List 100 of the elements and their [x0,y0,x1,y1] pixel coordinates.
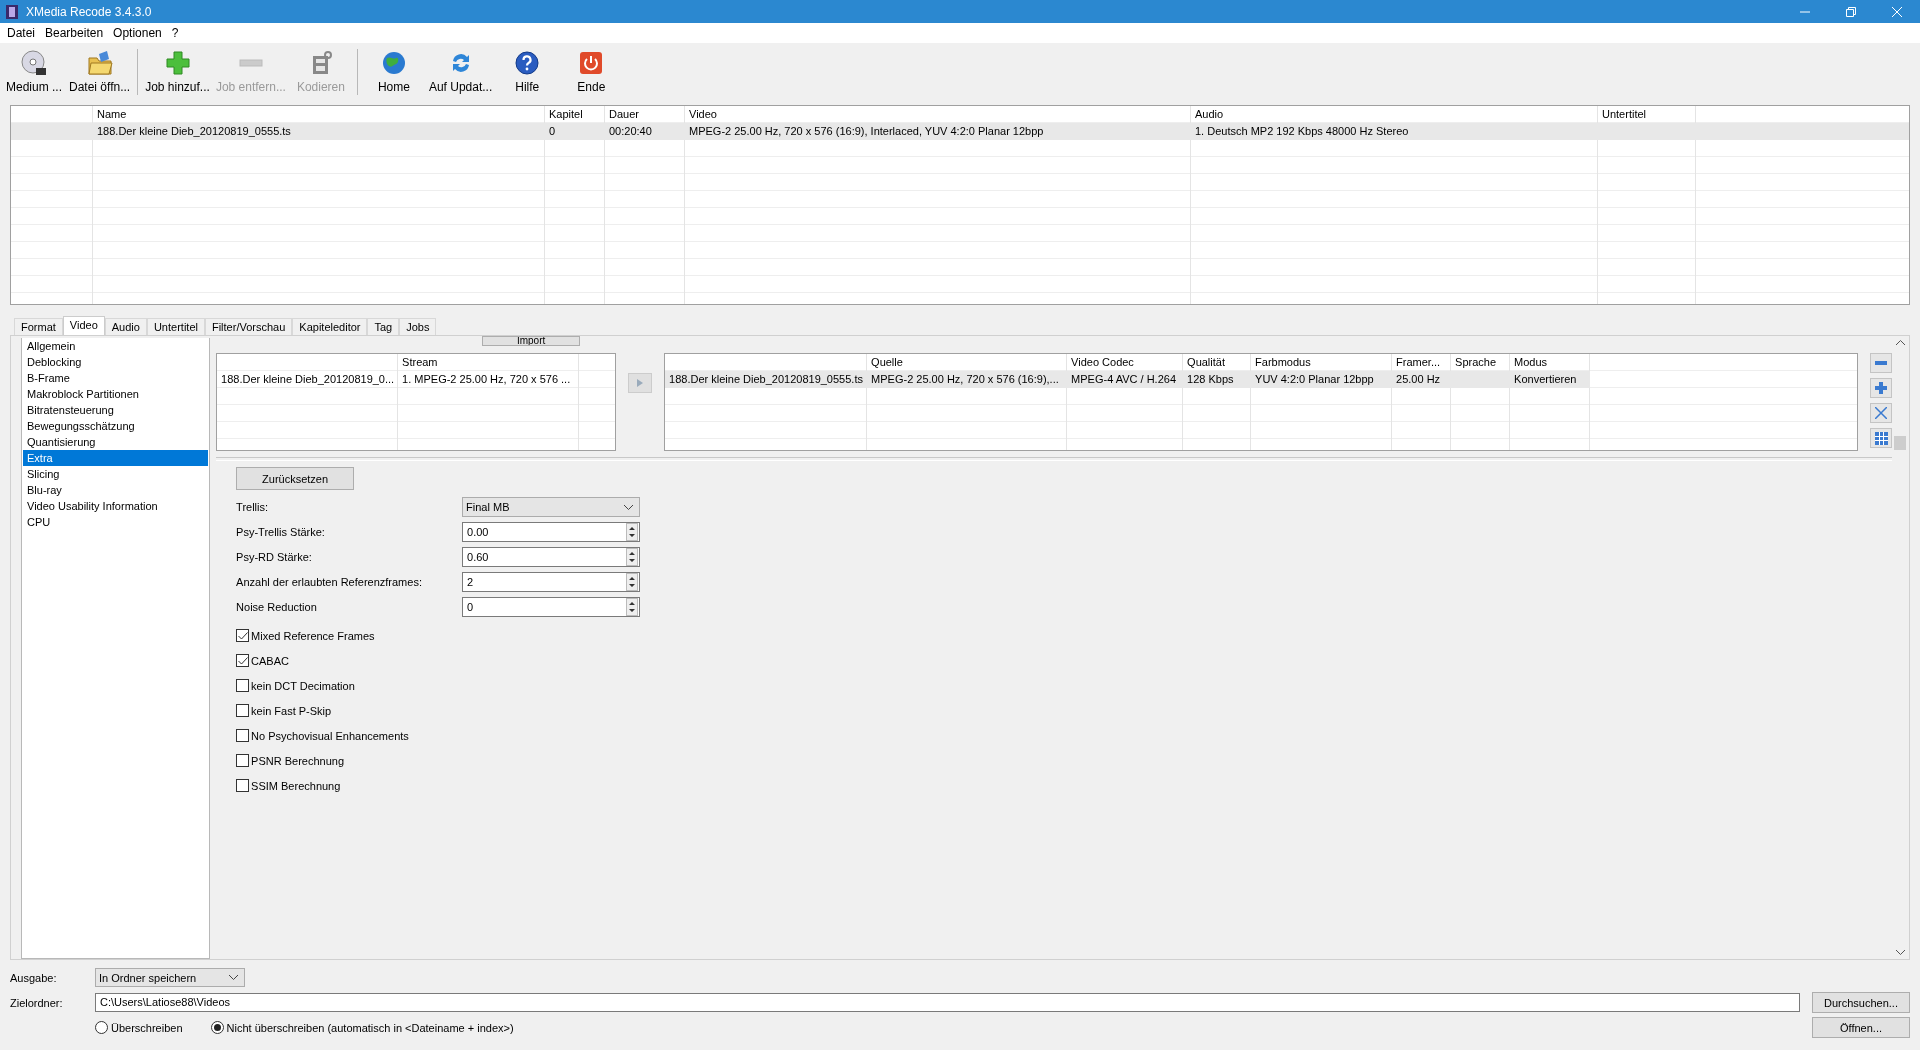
checkbox-option[interactable]: PSNR Berechnung [236,752,345,769]
checkmark-icon [237,656,248,665]
menu-item[interactable]: Bearbeiten [40,26,109,40]
tab[interactable]: Filter/Vorschau [204,318,293,335]
list-item[interactable]: Allgemein [23,338,209,354]
grid-button[interactable] [1870,428,1893,448]
list-item[interactable]: Bitratensteuerung [23,402,209,418]
toolbar-button[interactable]: Job hinzuf... [142,48,213,96]
restore-icon[interactable] [1846,6,1856,17]
plus-icon [164,50,191,76]
add-button[interactable] [1870,378,1893,398]
list-item[interactable]: Video Usability Information [23,498,209,514]
checkbox-option[interactable]: kein DCT Decimation [236,677,355,694]
checkbox-option[interactable]: No Psychovisual Enhancements [236,727,409,744]
column-header[interactable]: Framer... [1392,354,1452,371]
globe-icon [380,50,407,76]
table-cell-text: 188.Der kleine Dieb_20120819_0... [220,372,396,387]
menu-item[interactable]: ? [166,26,184,40]
menu-item[interactable]: Optionen [108,26,167,40]
scroll-thumb[interactable] [1894,436,1907,450]
column-header[interactable]: Kapitel [545,106,605,123]
radio-option[interactable]: Nicht überschreiben (automatisch in <Dateiname + index>) [210,1021,514,1034]
column-header[interactable]: Stream [398,354,580,371]
folder-path-field[interactable]: C:\Users\Latiose88\Videos [95,993,1800,1012]
table-cell-text: MPEG-2 25.00 Hz, 720 x 576 (16:9),... [870,372,1060,387]
spinner-arrows-icon [626,523,639,541]
column-header[interactable]: Dauer [605,106,685,123]
toolbar-button[interactable]: Hilfe [495,48,560,96]
job-row[interactable]: 188.Der kleine Dieb_20120819_0555.ts 0 00:20:40 MPEG-2 25.00 Hz, 720 x 576 (16:9), Interlaced, YUV 4:2:0 Planar 12bpp 1. Deutsch MP2 192 Kbps 48000 Hz Stereo [11,123,1909,140]
table-cell-text: 1. MPEG-2 25.00 Hz, 720 x 576 ... [401,372,572,387]
tab[interactable]: Kapiteleditor [292,318,368,335]
move-right-button[interactable] [628,373,653,393]
table-cell-text: 188.Der kleine Dieb_20120819_0555.ts [668,372,864,387]
column-header[interactable]: Untertitel [1598,106,1696,123]
list-item[interactable]: CPU [23,514,209,530]
table-cell-text: 128 Kbps [1186,372,1235,387]
spinner-arrows-icon [626,548,639,566]
column-header[interactable]: Quelle [867,354,1068,371]
column-header[interactable]: Name [93,106,545,123]
chevron-up-icon[interactable] [1896,340,1906,345]
browse-button[interactable]: Durchsuchen... [1812,992,1910,1013]
column-header[interactable]: Modus [1510,354,1591,371]
field-label: Psy-RD Stärke: [236,550,313,565]
list-item[interactable]: Bewegungsschätzung [23,418,209,434]
column-header[interactable]: Farbmodus [1251,354,1393,371]
window-title: XMedia Recode 3.4.3.0 [26,4,153,19]
tab[interactable]: Format [14,318,63,335]
number-field[interactable]: 0.00 [462,522,641,542]
list-item[interactable]: Blu-ray [23,482,209,498]
dropdown[interactable]: In Ordner speichern [95,968,245,987]
number-field[interactable]: 2 [462,572,641,592]
disc-icon [21,50,47,76]
chevron-down-icon[interactable] [1896,950,1906,955]
column-header[interactable]: Qualität [1183,354,1252,371]
reset-button[interactable]: Zurücksetzen [236,467,355,490]
list-item[interactable]: Deblocking [23,354,209,370]
list-item[interactable]: Quantisierung [23,434,209,450]
output-row[interactable]: 188.Der kleine Dieb_20120819_0555.ts MPEG-2 25.00 Hz, 720 x 576 (16:9),... MPEG-4 AVC / H.264 128 Kbps YUV 4:2:0 Planar 12bpp 25.00 Hz Konvertieren [665,371,1591,388]
radio-option[interactable]: Überschreiben [95,1021,183,1034]
table-cell-text: MPEG-2 25.00 Hz, 720 x 576 (16:9), Interlaced, YUV 4:2:0 Planar 12bpp [688,124,1045,139]
menu-item[interactable]: Datei [2,26,40,40]
folder-icon [86,50,113,76]
list-item[interactable]: Slicing [23,466,209,482]
plus-icon [1875,382,1888,394]
close-icon[interactable] [1892,6,1902,17]
toolbar-button[interactable]: Medium ... [2,48,66,96]
checkbox-option[interactable]: CABAC [236,652,289,669]
tab[interactable]: Video [62,316,105,335]
field-label: Ausgabe: [10,971,58,984]
checkbox-option[interactable]: kein Fast P-Skip [236,702,332,719]
tab[interactable]: Tag [367,318,400,335]
number-field[interactable]: 0 [462,597,641,617]
field-label: Trellis: [236,500,270,515]
table-cell-text: 1. Deutsch MP2 192 Kbps 48000 Hz Stereo [1194,124,1410,139]
list-item[interactable]: B-Frame [23,370,209,386]
field-label: Psy-Trellis Stärke: [236,525,326,540]
column-header[interactable]: Video Codec [1067,354,1184,371]
tab[interactable]: Jobs [399,318,437,335]
toolbar-button[interactable]: Home [361,48,426,96]
column-header[interactable]: Video [685,106,1191,123]
checkbox-option[interactable]: Mixed Reference Frames [236,627,375,644]
remove-button[interactable] [1870,353,1893,373]
delete-button[interactable] [1870,403,1893,423]
spinner-arrows-icon [626,573,639,591]
dropdown[interactable]: Final MB [462,497,641,517]
checkbox-option[interactable]: SSIM Berechnung [236,777,341,794]
column-header[interactable]: Sprache [1451,354,1511,371]
list-item[interactable]: Makroblock Partitionen [23,386,209,402]
tab[interactable]: Audio [104,318,147,335]
list-item[interactable]: Extra [23,450,209,466]
table-cell-text: 00:20:40 [608,124,653,139]
tab[interactable]: Untertitel [146,318,205,335]
open-button[interactable]: Öffnen... [1812,1017,1910,1038]
number-field[interactable]: 0.60 [462,547,641,567]
column-header[interactable]: Audio [1191,106,1598,123]
table-cell-text: 188.Der kleine Dieb_20120819_0555.ts [96,124,292,139]
toolbar-button[interactable]: Ende [559,48,624,96]
toolbar-button[interactable]: Auf Updat... [425,48,496,96]
table-cell-text: 0 [548,124,557,139]
toolbar-button[interactable]: Datei öffn... [66,48,134,96]
